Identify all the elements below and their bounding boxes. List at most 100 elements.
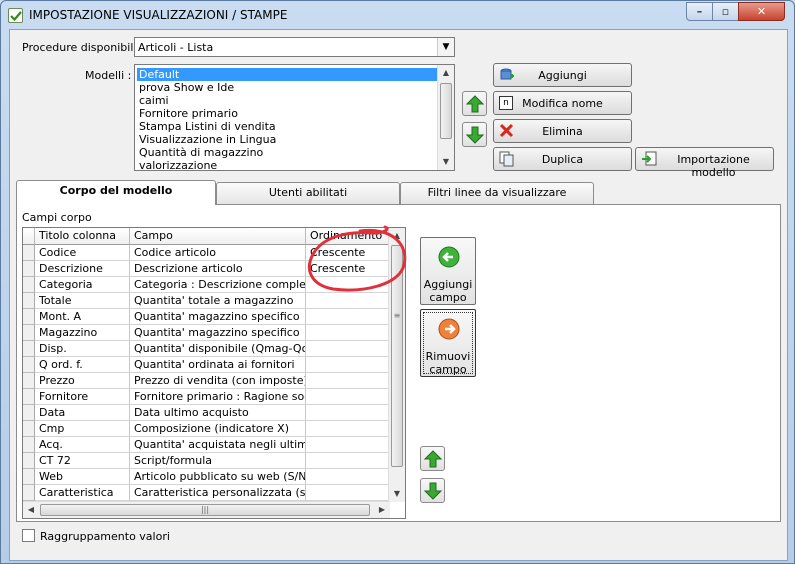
table-row[interactable]: Cmp Composizione (indicatore X) [23,421,390,437]
importazione-modello-button[interactable]: Importazione modello [635,147,774,179]
table-row[interactable]: Data Data ultimo acquisto [23,405,390,421]
duplica-button[interactable]: Duplica [493,147,632,171]
scroll-thumb[interactable]: ||| [40,504,370,516]
cell-ordinamento[interactable] [306,309,390,325]
list-item[interactable]: Default [137,68,437,81]
cell-titolo[interactable]: Acq. [35,437,130,453]
tab-utenti-abilitati[interactable]: Utenti abilitati [216,182,400,204]
table-row[interactable]: Magazzino Quantita' magazzino specifico [23,325,390,341]
cell-titolo[interactable]: CT 72 [35,453,130,469]
cell-campo[interactable]: Composizione (indicatore X) [130,421,306,437]
row-selector[interactable] [23,485,35,501]
row-selector[interactable] [23,357,35,373]
title-bar[interactable]: IMPOSTAZIONE VISUALIZZAZIONI / STAMPE – … [1,1,794,29]
list-item[interactable]: Quantità di magazzino [137,146,263,159]
cell-ordinamento[interactable] [306,373,390,389]
table-row[interactable]: Q ord. f. Quantita' ordinata ai fornitori [23,357,390,373]
scroll-down-icon[interactable]: ▼ [389,486,405,502]
cell-campo[interactable]: Data ultimo acquisto [130,405,306,421]
row-selector[interactable] [23,453,35,469]
row-selector[interactable] [23,309,35,325]
cell-ordinamento[interactable] [306,437,390,453]
cell-titolo[interactable]: Fornitore [35,389,130,405]
scroll-left-icon[interactable]: ◀ [23,502,39,518]
modifica-nome-button[interactable]: n Modifica nome [493,91,632,115]
cell-ordinamento[interactable] [306,453,390,469]
modelli-scrollbar[interactable]: ▲ ▼ [437,65,454,170]
cell-campo[interactable]: Script/formula [130,453,306,469]
cell-ordinamento[interactable] [306,389,390,405]
elimina-button[interactable]: Elimina [493,119,632,143]
cell-titolo[interactable]: Codice [35,245,130,261]
cell-titolo[interactable]: Q ord. f. [35,357,130,373]
row-selector[interactable] [23,293,35,309]
list-item[interactable]: valorizzazione [137,159,217,170]
maximize-button[interactable]: ▫ [712,2,739,21]
cell-titolo[interactable]: Data [35,405,130,421]
move-field-up-button[interactable] [420,446,445,471]
cell-campo[interactable]: Quantita' ordinata ai fornitori [130,357,306,373]
procedure-combo[interactable]: Articoli - Lista ▼ [134,37,455,57]
list-item[interactable]: Stampa Listini di vendita [137,120,276,133]
cell-ordinamento[interactable] [306,357,390,373]
table-row[interactable]: Acq.Quantita' acquistata negli ultimi 12… [23,437,390,453]
close-button[interactable]: ✕ [738,2,785,21]
scroll-thumb[interactable] [440,83,452,139]
cell-campo[interactable]: Caratteristica personalizzata (sub-... [130,485,306,501]
move-model-up-button[interactable] [462,91,487,116]
row-selector[interactable] [23,341,35,357]
cell-campo[interactable]: Prezzo di vendita (con imposte) [130,373,306,389]
move-model-down-button[interactable] [462,122,487,147]
rimuovi-campo-button[interactable]: Rimuovi campo [420,309,476,377]
row-selector[interactable] [23,277,35,293]
move-field-down-button[interactable] [420,478,445,503]
minimize-button[interactable]: – [686,2,713,21]
row-selector[interactable] [23,245,35,261]
cell-ordinamento[interactable] [306,341,390,357]
chevron-down-icon[interactable]: ▼ [437,38,454,56]
cell-ordinamento[interactable] [306,485,390,501]
cell-titolo[interactable]: Descrizione [35,261,130,277]
table-row[interactable]: Fornitore Fornitore primario : Ragione so… [23,389,390,405]
table-row[interactable]: CT 72 Script/formula [23,453,390,469]
column-header-titolo[interactable]: Titolo colonna [35,228,130,245]
list-item[interactable]: prova Show e Ide [137,81,234,94]
cell-ordinamento[interactable] [306,325,390,341]
cell-campo[interactable]: Quantita' disponibile (Qmag-Qord) [130,341,306,357]
cell-titolo[interactable]: Categoria [35,277,130,293]
aggiungi-campo-button[interactable]: Aggiungi campo [420,237,476,305]
row-selector[interactable] [23,405,35,421]
cell-ordinamento[interactable] [306,469,390,485]
cell-campo[interactable]: Fornitore primario : Ragione sociale [130,389,306,405]
list-item[interactable]: Fornitore primario [137,107,238,120]
list-item[interactable]: Visualizzazione in Lingua [137,133,276,146]
row-selector[interactable] [23,469,35,485]
cell-ordinamento[interactable] [306,405,390,421]
cell-campo[interactable]: Quantita' magazzino specifico [130,309,306,325]
scroll-up-icon[interactable]: ▲ [438,65,454,81]
cell-campo[interactable]: Quantita' acquistata negli ultimi 12... [130,437,306,453]
cell-campo[interactable]: Articolo pubblicato su web (S/N) [130,469,306,485]
tab-filtri-linee[interactable]: Filtri linee da visualizzare [400,182,594,204]
column-header-campo[interactable]: Campo [130,228,306,245]
cell-titolo[interactable]: Disp. [35,341,130,357]
cell-titolo[interactable]: Totale [35,293,130,309]
cell-campo[interactable]: Codice articolo [130,245,306,261]
tab-corpo-modello[interactable]: Corpo del modello [16,180,216,205]
cell-titolo[interactable]: Mont. A [35,309,130,325]
table-row[interactable]: Prezzo Prezzo di vendita (con imposte) [23,373,390,389]
aggiungi-button[interactable]: Aggiungi [493,63,632,87]
scroll-right-icon[interactable]: ▶ [374,502,390,518]
table-row[interactable]: Mont. A Quantita' magazzino specifico [23,309,390,325]
modelli-list[interactable]: Default prova Show e Ide caimi Fornitore… [134,64,455,171]
cell-titolo[interactable]: Cmp [35,421,130,437]
row-selector[interactable] [23,325,35,341]
table-row[interactable]: Caratteristica Caratteristica personalizz… [23,485,390,501]
row-selector[interactable] [23,421,35,437]
raggruppamento-checkbox[interactable] [22,529,35,542]
cell-titolo[interactable]: Web [35,469,130,485]
row-selector[interactable] [23,373,35,389]
cell-titolo[interactable]: Prezzo [35,373,130,389]
scroll-down-icon[interactable]: ▼ [438,154,454,170]
grid-hscrollbar[interactable]: ◀ ||| ▶ [23,501,390,518]
